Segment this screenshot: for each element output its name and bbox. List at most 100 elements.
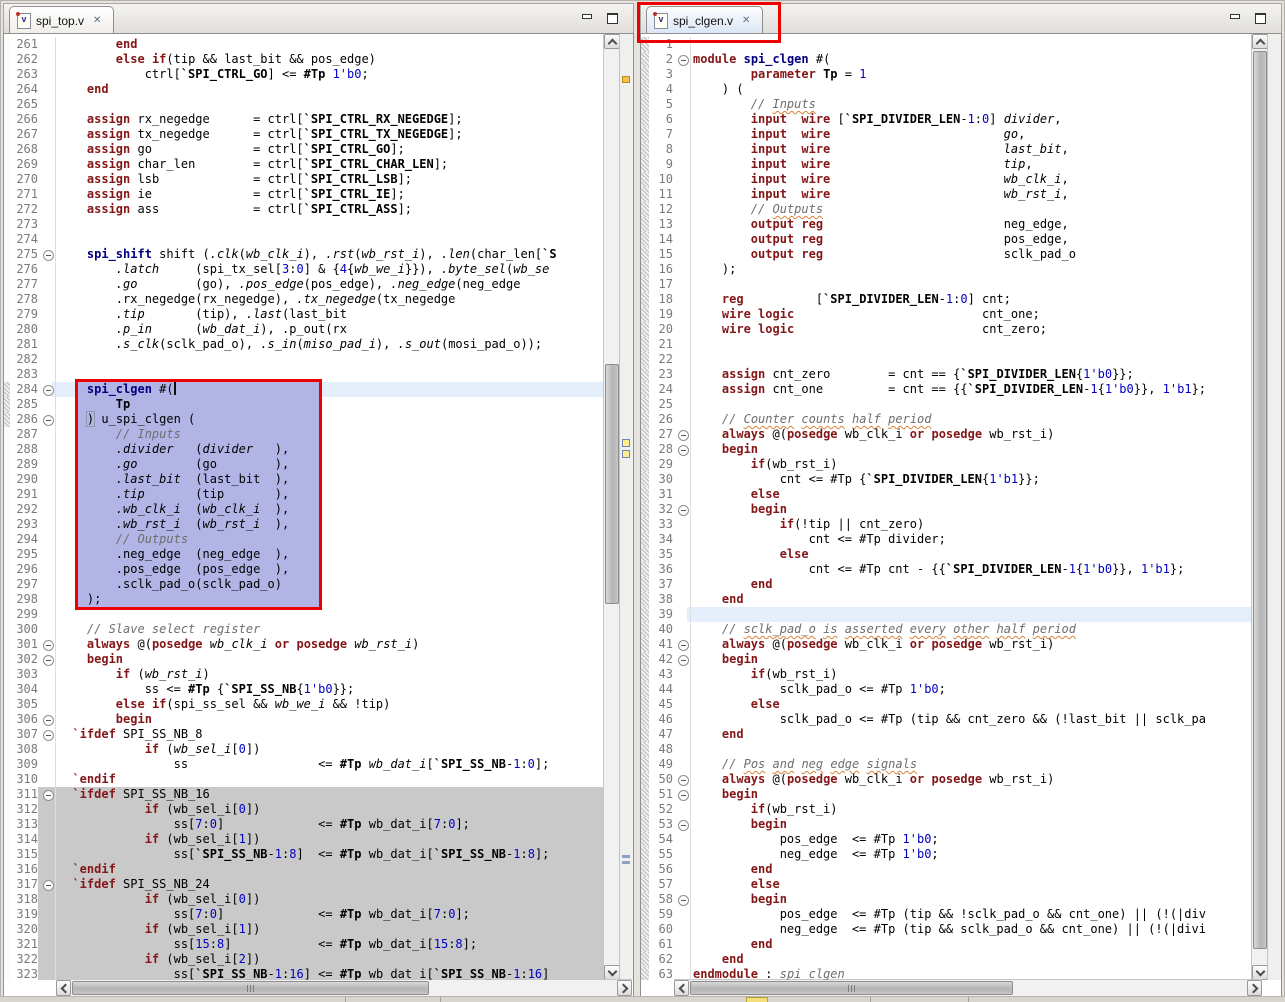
code-line[interactable]: 317 `ifdef SPI_SS_NB_24 bbox=[4, 877, 604, 892]
code-line[interactable]: 13 output reg neg_edge, bbox=[641, 217, 1252, 232]
code-line[interactable]: 319 ss[7:0] <= #Tp wb_dat_i[7:0]; bbox=[4, 907, 604, 922]
code-line[interactable]: 15 output reg sclk_pad_o bbox=[641, 247, 1252, 262]
code-line[interactable]: 299 bbox=[4, 607, 604, 622]
fold-collapse-icon[interactable] bbox=[43, 385, 54, 396]
code-line[interactable]: 28 begin bbox=[641, 442, 1252, 457]
code-line[interactable]: 288 .divider (divider ), bbox=[4, 442, 604, 457]
code-line[interactable]: 285 Tp bbox=[4, 397, 604, 412]
code-line[interactable]: 16 ); bbox=[641, 262, 1252, 277]
vertical-scrollbar[interactable] bbox=[603, 34, 620, 980]
code-line[interactable]: 33 if(!tip || cnt_zero) bbox=[641, 517, 1252, 532]
overview-ruler-mark[interactable] bbox=[622, 439, 630, 447]
code-line[interactable]: 59 pos_edge <= #Tp (tip && !sclk_pad_o &… bbox=[641, 907, 1252, 922]
code-line[interactable]: 24 assign cnt_one = cnt == {{`SPI_DIVIDE… bbox=[641, 382, 1252, 397]
overview-ruler-mark[interactable] bbox=[622, 450, 630, 458]
code-line[interactable]: 273 bbox=[4, 217, 604, 232]
code-line[interactable]: 44 sclk_pad_o <= #Tp 1'b0; bbox=[641, 682, 1252, 697]
code-line[interactable]: 312 if (wb_sel_i[0]) bbox=[4, 802, 604, 817]
code-line[interactable]: 8 input wire last_bit, bbox=[641, 142, 1252, 157]
code-area[interactable]: 261 end262 else if(tip && last_bit && po… bbox=[4, 34, 604, 980]
code-line[interactable]: 52 if(wb_rst_i) bbox=[641, 802, 1252, 817]
code-line[interactable]: 307 `ifdef SPI_SS_NB_8 bbox=[4, 727, 604, 742]
code-line[interactable]: 25 bbox=[641, 397, 1252, 412]
scroll-up-icon[interactable] bbox=[1252, 34, 1268, 49]
code-line[interactable]: 11 input wire wb_rst_i, bbox=[641, 187, 1252, 202]
code-line[interactable]: 29 if(wb_rst_i) bbox=[641, 457, 1252, 472]
code-line[interactable]: 62 end bbox=[641, 952, 1252, 967]
code-line[interactable]: 276 .latch (spi_tx_sel[3:0] & {4{wb_we_i… bbox=[4, 262, 604, 277]
code-line[interactable]: 275 spi_shift shift (.clk(wb_clk_i), .rs… bbox=[4, 247, 604, 262]
scroll-down-icon[interactable] bbox=[1252, 965, 1268, 980]
code-line[interactable]: 283 bbox=[4, 367, 604, 382]
tab-spi-top[interactable]: v spi_top.v ✕ bbox=[9, 6, 114, 34]
fold-collapse-icon[interactable] bbox=[43, 790, 54, 801]
code-line[interactable]: 2module spi_clgen #( bbox=[641, 52, 1252, 67]
code-line[interactable]: 265 bbox=[4, 97, 604, 112]
overview-ruler-mark[interactable] bbox=[622, 76, 630, 83]
code-line[interactable]: 311 `ifdef SPI_SS_NB_16 bbox=[4, 787, 604, 802]
code-line[interactable]: 266 assign rx_negedge = ctrl[`SPI_CTRL_R… bbox=[4, 112, 604, 127]
code-line[interactable]: 315 ss[`SPI_SS_NB-1:8] <= #Tp wb_dat_i[`… bbox=[4, 847, 604, 862]
fold-collapse-icon[interactable] bbox=[678, 790, 689, 801]
overview-ruler[interactable] bbox=[1267, 34, 1281, 980]
code-line[interactable]: 286 ) u_spi_clgen ( bbox=[4, 412, 604, 427]
code-line[interactable]: 289 .go (go ), bbox=[4, 457, 604, 472]
code-line[interactable]: 36 cnt <= #Tp cnt - {{`SPI_DIVIDER_LEN-1… bbox=[641, 562, 1252, 577]
code-line[interactable]: 318 if (wb_sel_i[0]) bbox=[4, 892, 604, 907]
code-line[interactable]: 17 bbox=[641, 277, 1252, 292]
fold-collapse-icon[interactable] bbox=[678, 640, 689, 651]
code-line[interactable]: 271 assign ie = ctrl[`SPI_CTRL_IE]; bbox=[4, 187, 604, 202]
code-line[interactable]: 268 assign go = ctrl[`SPI_CTRL_GO]; bbox=[4, 142, 604, 157]
fold-collapse-icon[interactable] bbox=[678, 895, 689, 906]
fold-collapse-icon[interactable] bbox=[678, 820, 689, 831]
fold-collapse-icon[interactable] bbox=[43, 715, 54, 726]
code-line[interactable]: 58 begin bbox=[641, 892, 1252, 907]
code-line[interactable]: 280 .p_in (wb_dat_i), .p_out(rx bbox=[4, 322, 604, 337]
code-line[interactable]: 6 input wire [`SPI_DIVIDER_LEN-1:0] divi… bbox=[641, 112, 1252, 127]
code-line[interactable]: 53 begin bbox=[641, 817, 1252, 832]
horizontal-scrollbar[interactable] bbox=[674, 979, 1262, 996]
code-line[interactable]: 322 if (wb_sel_i[2]) bbox=[4, 952, 604, 967]
code-line[interactable]: 35 else bbox=[641, 547, 1252, 562]
horizontal-scrollbar-thumb[interactable] bbox=[72, 981, 429, 995]
vertical-scrollbar-thumb[interactable] bbox=[1253, 51, 1267, 949]
code-line[interactable]: 270 assign lsb = ctrl[`SPI_CTRL_LSB]; bbox=[4, 172, 604, 187]
tab-close-icon[interactable]: ✕ bbox=[93, 15, 101, 26]
code-line[interactable]: 18 reg [`SPI_DIVIDER_LEN-1:0] cnt; bbox=[641, 292, 1252, 307]
code-line[interactable]: 316 `endif bbox=[4, 862, 604, 877]
code-line[interactable]: 274 bbox=[4, 232, 604, 247]
code-line[interactable]: 284 spi_clgen #( bbox=[4, 382, 604, 397]
code-line[interactable]: 301 always @(posedge wb_clk_i or posedge… bbox=[4, 637, 604, 652]
maximize-icon[interactable] bbox=[607, 13, 619, 24]
code-line[interactable]: 30 cnt <= #Tp {`SPI_DIVIDER_LEN{1'b1}}; bbox=[641, 472, 1252, 487]
code-line[interactable]: 63endmodule : spi_clgen bbox=[641, 967, 1252, 980]
code-line[interactable]: 310 `endif bbox=[4, 772, 604, 787]
code-line[interactable]: 262 else if(tip && last_bit && pos_edge) bbox=[4, 52, 604, 67]
code-line[interactable]: 54 pos_edge <= #Tp 1'b0; bbox=[641, 832, 1252, 847]
code-line[interactable]: 321 ss[15:8] <= #Tp wb_dat_i[15:8]; bbox=[4, 937, 604, 952]
code-line[interactable]: 22 bbox=[641, 352, 1252, 367]
code-line[interactable]: 294 // Outputs bbox=[4, 532, 604, 547]
code-line[interactable]: 19 wire logic cnt_one; bbox=[641, 307, 1252, 322]
code-line[interactable]: 304 ss <= #Tp {`SPI_SS_NB{1'b0}}; bbox=[4, 682, 604, 697]
code-line[interactable]: 290 .last_bit (last_bit ), bbox=[4, 472, 604, 487]
code-line[interactable]: 291 .tip (tip ), bbox=[4, 487, 604, 502]
code-line[interactable]: 296 .pos_edge (pos_edge ), bbox=[4, 562, 604, 577]
code-line[interactable]: 9 input wire tip, bbox=[641, 157, 1252, 172]
code-line[interactable]: 41 always @(posedge wb_clk_i or posedge … bbox=[641, 637, 1252, 652]
code-line[interactable]: 300 // Slave select register bbox=[4, 622, 604, 637]
code-line[interactable]: 60 neg_edge <= #Tp (tip && sclk_pad_o &&… bbox=[641, 922, 1252, 937]
code-line[interactable]: 55 neg_edge <= #Tp 1'b0; bbox=[641, 847, 1252, 862]
code-line[interactable]: 43 if(wb_rst_i) bbox=[641, 667, 1252, 682]
code-line[interactable]: 57 else bbox=[641, 877, 1252, 892]
code-line[interactable]: 302 begin bbox=[4, 652, 604, 667]
code-line[interactable]: 287 // Inputs bbox=[4, 427, 604, 442]
code-line[interactable]: 26 // Counter counts half period bbox=[641, 412, 1252, 427]
code-line[interactable]: 309 ss <= #Tp wb_dat_i[`SPI_SS_NB-1:0]; bbox=[4, 757, 604, 772]
fold-collapse-icon[interactable] bbox=[678, 775, 689, 786]
fold-collapse-icon[interactable] bbox=[43, 730, 54, 741]
overview-ruler-mark[interactable] bbox=[622, 861, 630, 864]
fold-collapse-icon[interactable] bbox=[678, 445, 689, 456]
code-line[interactable]: 320 if (wb_sel_i[1]) bbox=[4, 922, 604, 937]
code-line[interactable]: 306 begin bbox=[4, 712, 604, 727]
